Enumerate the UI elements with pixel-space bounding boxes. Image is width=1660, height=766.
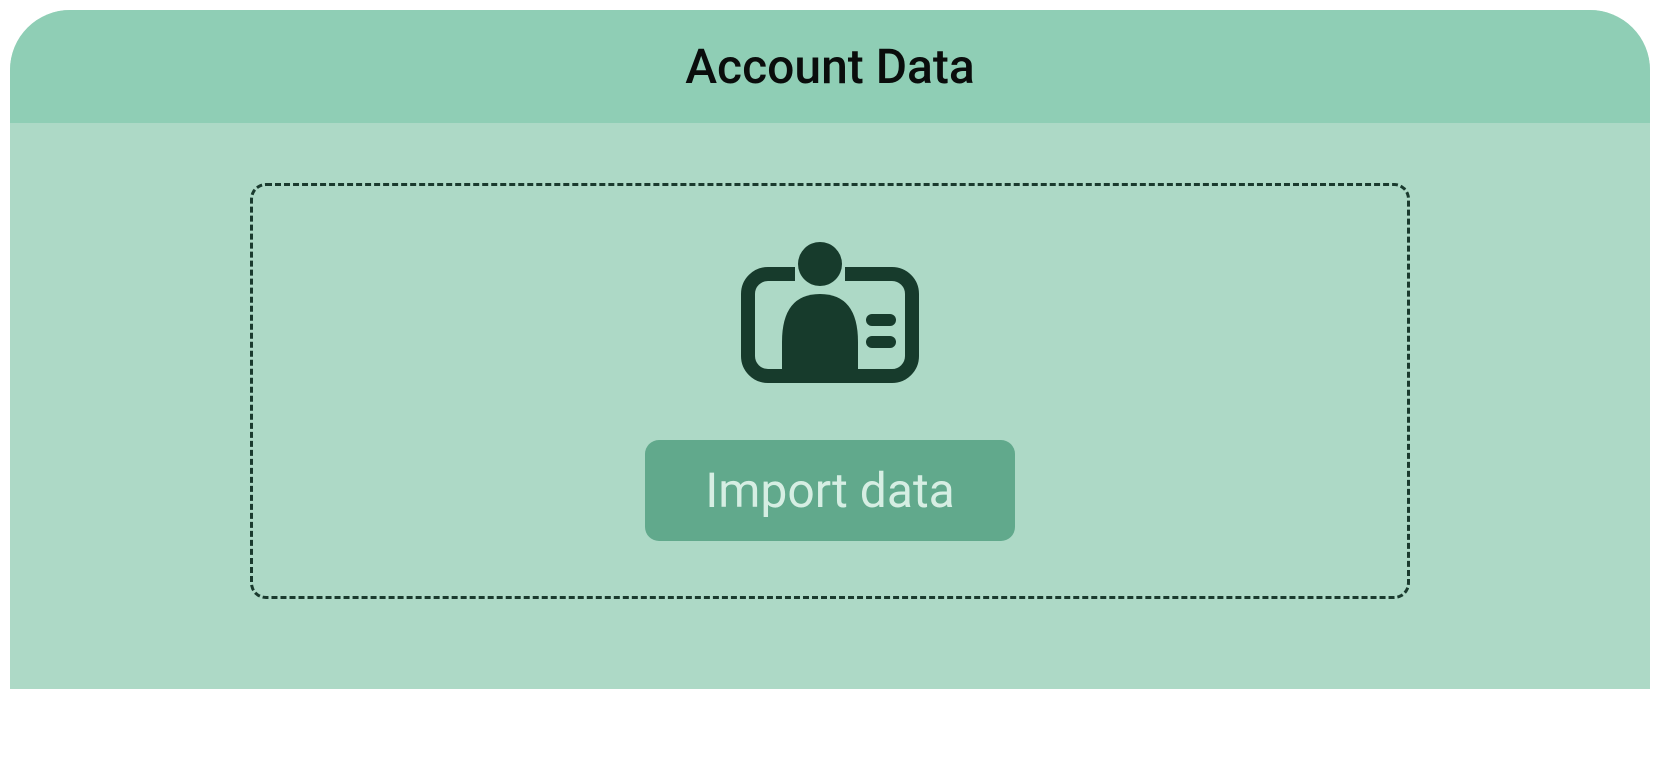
import-data-button[interactable]: Import data — [645, 440, 1015, 541]
id-card-icon — [740, 234, 920, 384]
account-data-panel: Account Data Import data — [10, 10, 1650, 689]
panel-title: Account Data — [10, 38, 1650, 95]
panel-header: Account Data — [10, 10, 1650, 123]
import-dropzone[interactable]: Import data — [250, 183, 1410, 599]
panel-body: Import data — [10, 123, 1650, 689]
